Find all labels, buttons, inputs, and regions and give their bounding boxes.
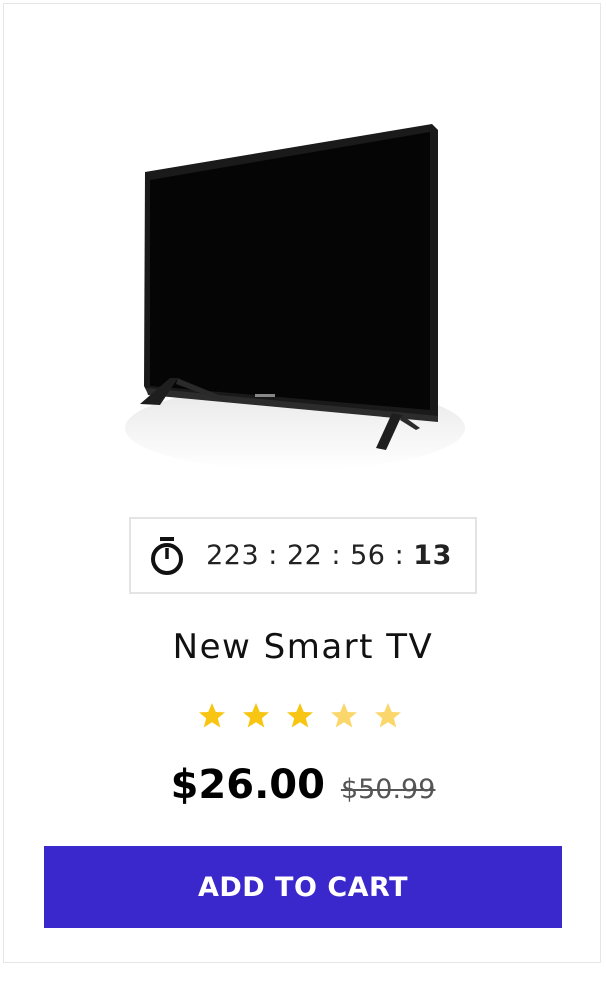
- timer-minutes: 56: [350, 540, 386, 571]
- product-image[interactable]: [120, 110, 470, 475]
- countdown-timer: 223 : 22 : 56 : 13: [129, 517, 477, 594]
- timer-sep: :: [268, 540, 278, 571]
- add-to-cart-button[interactable]: ADD TO CART: [44, 846, 562, 928]
- stopwatch-icon: [151, 536, 184, 575]
- timer-value: 223 : 22 : 56 : 13: [206, 540, 452, 571]
- star-icon: [199, 703, 225, 728]
- timer-days: 223: [206, 540, 260, 571]
- star-icon: [331, 703, 357, 728]
- timer-sep: :: [331, 540, 342, 571]
- price-block: $26.00 $50.99: [0, 762, 606, 808]
- star-icon: [243, 703, 269, 728]
- timer-sep: :: [394, 540, 405, 571]
- star-icon: [375, 703, 401, 728]
- star-icon: [287, 703, 313, 728]
- timer-hours: 22: [286, 540, 323, 571]
- rating-stars: [196, 700, 416, 740]
- original-price: $50.99: [340, 774, 436, 805]
- product-title[interactable]: New Smart TV: [0, 627, 606, 667]
- timer-seconds: 13: [413, 540, 452, 571]
- current-price: $26.00: [170, 762, 325, 808]
